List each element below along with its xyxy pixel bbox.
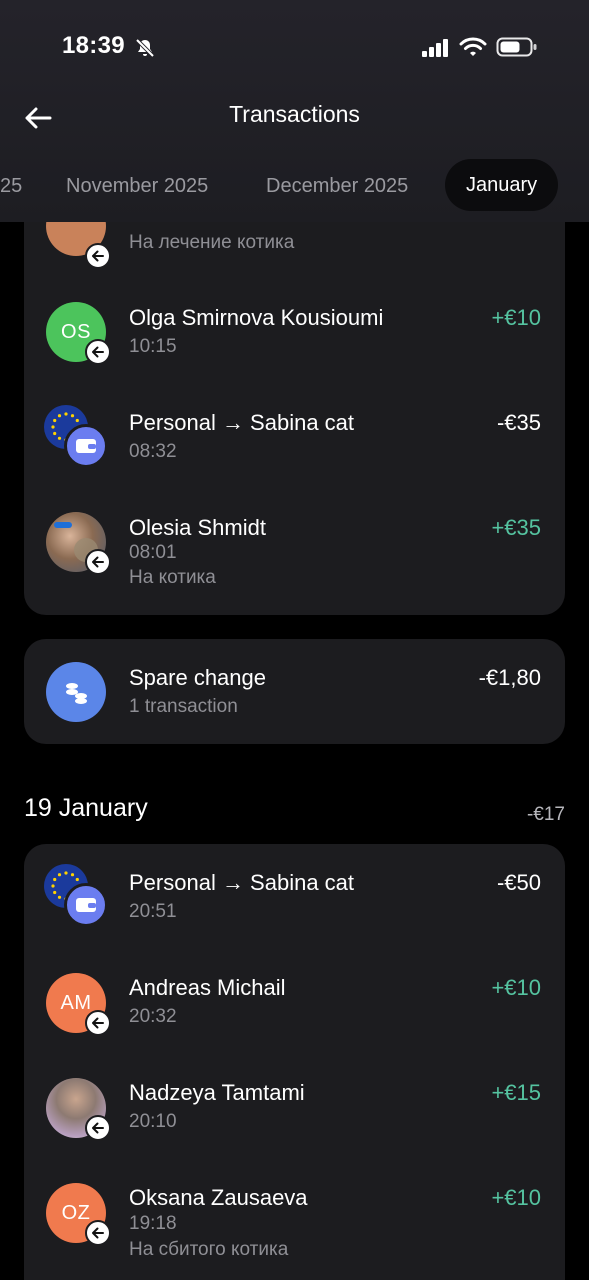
tab-partial[interactable]: 25 [0, 160, 22, 212]
tab-december-2025[interactable]: December 2025 [266, 160, 408, 212]
transaction-time: 10:15 [129, 336, 177, 357]
transaction-name: Olga Smirnova Kousioumi [129, 305, 384, 330]
transaction-amount: +€10 [491, 305, 541, 330]
incoming-arrow-icon [85, 1010, 111, 1036]
incoming-arrow-icon [85, 549, 111, 575]
transaction-time: 20:32 [129, 1006, 177, 1027]
tab-january[interactable]: January [445, 159, 559, 211]
transaction-row[interactable]: OZ Oksana Zausaeva 19:18 На сбитого коти… [24, 1177, 565, 1280]
status-time: 18:39 [62, 32, 125, 59]
transaction-row[interactable]: Olesia Shmidt 08:01 На котика +€35 [24, 505, 565, 605]
wifi-icon [459, 36, 487, 58]
spare-change-amount: -€1,80 [478, 665, 541, 690]
transaction-amount: +€15 [491, 1080, 541, 1105]
incoming-arrow-icon [85, 1115, 111, 1141]
transaction-note: На котика [129, 567, 216, 588]
transaction-time: 19:18 [129, 1213, 177, 1234]
transaction-name: Olesia Shmidt [129, 515, 266, 540]
transactions-card-19-january: Personal → Sabina cat 20:51 -€50 AM Andr… [24, 844, 565, 1280]
transaction-amount: -€50 [496, 870, 541, 895]
bell-muted-icon [134, 37, 156, 59]
transaction-note: На лечение котика [129, 232, 295, 253]
transaction-row[interactable]: AM Andreas Michail 20:32 +€10 [24, 967, 565, 1067]
transaction-time: 20:10 [129, 1111, 177, 1132]
transaction-name: Personal → Sabina cat [129, 410, 355, 435]
month-tabs: 25 November 2025 December 2025 January [0, 159, 589, 212]
spare-change-card[interactable]: Spare change 1 transaction -€1,80 [24, 639, 565, 744]
transaction-row[interactable]: Personal → Sabina cat 08:32 -€35 [24, 400, 565, 500]
wallet-icon [64, 424, 108, 468]
incoming-arrow-icon [85, 1220, 111, 1246]
transaction-amount: +€10 [491, 975, 541, 1000]
wallet-icon [64, 883, 108, 927]
top-header: 18:39 Transactions 25 November 2025 Dece… [0, 0, 589, 222]
section-date: 19 January [24, 794, 148, 822]
incoming-arrow-icon [85, 243, 111, 269]
transaction-row[interactable]: Personal → Sabina cat 20:51 -€50 [24, 862, 565, 962]
incoming-arrow-icon [85, 339, 111, 365]
transaction-name: Andreas Michail [129, 975, 286, 1000]
transaction-name: Oksana Zausaeva [129, 1185, 308, 1210]
transaction-amount: +€10 [491, 1185, 541, 1210]
spare-change-title: Spare change [129, 665, 266, 690]
transaction-amount: -€35 [496, 410, 541, 435]
transaction-row[interactable]: OS Olga Smirnova Kousioumi 10:15 +€10 [24, 295, 565, 395]
transaction-note: На сбитого котика [129, 1239, 289, 1260]
signal-icon [421, 38, 451, 58]
transaction-time: 20:51 [129, 901, 177, 922]
page-title: Transactions [229, 101, 360, 127]
transaction-name: Personal → Sabina cat [129, 870, 355, 895]
coins-icon [46, 662, 106, 722]
tab-november-2025[interactable]: November 2025 [66, 160, 208, 212]
spare-change-count: 1 transaction [129, 696, 238, 717]
transaction-amount: +€35 [491, 515, 541, 540]
transaction-row[interactable]: Nadzeya Tamtami 20:10 +€15 [24, 1072, 565, 1172]
transaction-name: Nadzeya Tamtami [129, 1080, 305, 1105]
transaction-time: 08:32 [129, 441, 177, 462]
status-bar: 18:39 [0, 0, 589, 96]
battery-icon [496, 36, 538, 58]
section-total: -€17 [526, 804, 565, 825]
transaction-time: 08:01 [129, 542, 177, 563]
